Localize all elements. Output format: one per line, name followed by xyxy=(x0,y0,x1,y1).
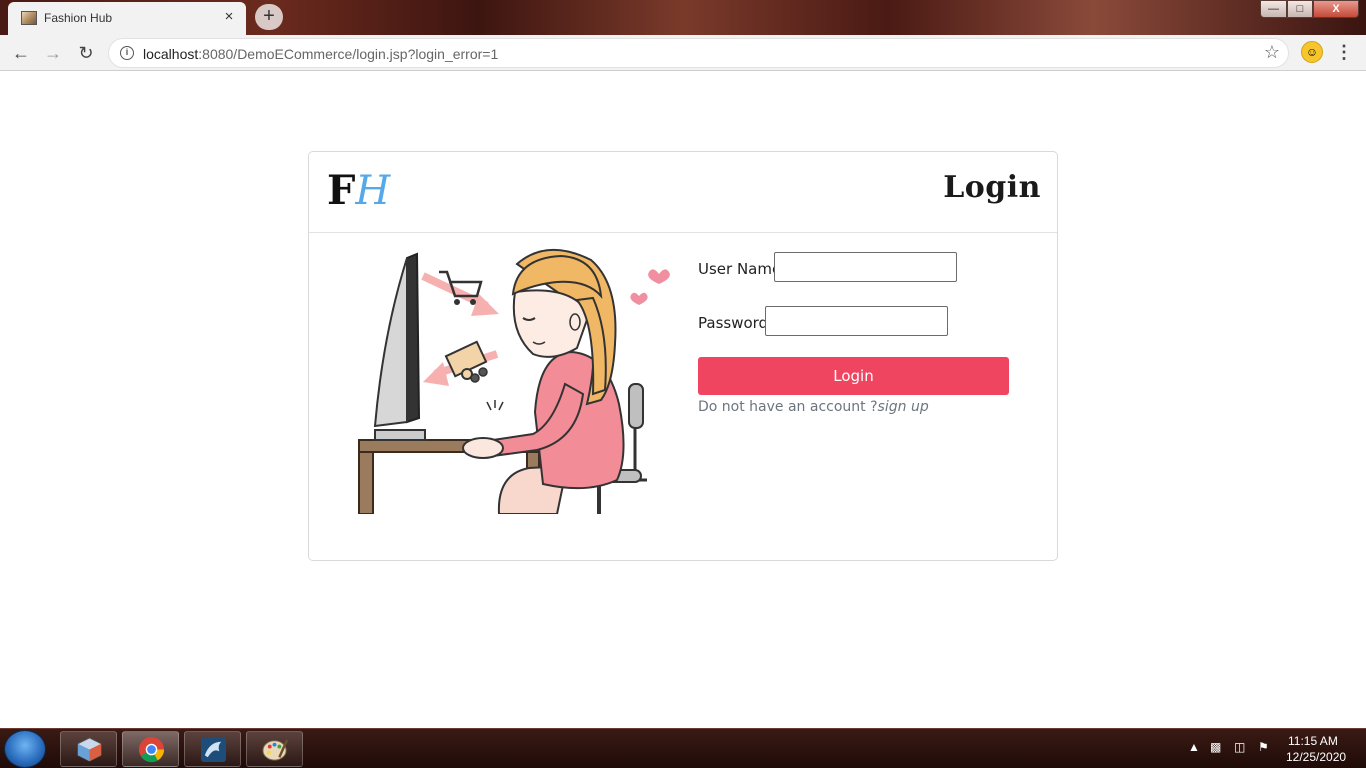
taskbar-app-chrome[interactable] xyxy=(122,731,179,767)
password-row: Password xyxy=(698,306,1028,360)
signup-prompt: Do not have an account ?sign up xyxy=(698,399,929,415)
site-logo[interactable]: FH xyxy=(327,166,390,216)
browser-toolbar: ← → ↻ i localhost:8080/DemoECommerce/log… xyxy=(0,35,1366,71)
new-tab-button[interactable]: + xyxy=(255,4,283,30)
reload-icon[interactable]: ↻ xyxy=(73,40,99,66)
bookmark-star-icon[interactable]: ☆ xyxy=(1264,42,1280,63)
page-content: FH Login User Name Password Login Do not… xyxy=(0,71,1366,728)
browser-tab[interactable]: Fashion Hub × xyxy=(8,2,246,35)
logo-letter-f: F xyxy=(327,167,356,214)
forward-arrow-icon[interactable]: → xyxy=(40,40,66,66)
signup-prompt-text: Do not have an account ? xyxy=(698,399,878,415)
tab-title: Fashion Hub xyxy=(44,11,113,25)
username-row: User Name xyxy=(698,252,1028,306)
tab-close-icon[interactable]: × xyxy=(220,8,238,26)
paint-palette-icon xyxy=(262,739,289,761)
taskbar-app-mysql[interactable] xyxy=(184,731,241,767)
menu-kebab-icon[interactable]: ⋮ xyxy=(1335,39,1353,65)
signup-link[interactable]: sign up xyxy=(878,399,929,415)
network-signal-icon[interactable]: ▩ xyxy=(1210,740,1221,754)
clock-date[interactable]: 12/25/2020 xyxy=(1286,750,1346,764)
tab-favicon-icon xyxy=(21,11,37,25)
windows-start-button[interactable] xyxy=(4,730,46,768)
action-center-flag-icon[interactable]: ⚑ xyxy=(1258,740,1269,754)
password-label: Password xyxy=(698,314,769,332)
power-icon[interactable]: ◫ xyxy=(1234,740,1245,754)
url-host: localhost xyxy=(143,46,199,62)
chrome-icon xyxy=(138,736,165,763)
login-card: FH Login User Name Password Login Do not… xyxy=(308,151,1058,561)
windows-taskbar: ▲ ▩ ◫ ⚑ 11:15 AM 12/25/2020 xyxy=(0,728,1366,768)
online-shopping-illustration xyxy=(358,249,670,514)
username-input[interactable] xyxy=(774,252,957,282)
address-bar[interactable]: i localhost:8080/DemoECommerce/login.jsp… xyxy=(108,38,1289,68)
profile-avatar-icon[interactable]: ☺ xyxy=(1301,41,1323,63)
window-close-button[interactable]: X xyxy=(1313,0,1359,18)
browser-titlebar: Fashion Hub × + — □ X xyxy=(0,0,1366,35)
login-button[interactable]: Login xyxy=(698,357,1009,395)
window-minimize-button[interactable]: — xyxy=(1260,0,1287,18)
system-tray: ▲ ▩ ◫ ⚑ 11:15 AM 12/25/2020 xyxy=(1180,729,1366,768)
taskbar-app-paint[interactable] xyxy=(246,731,303,767)
page-title: Login xyxy=(943,170,1041,205)
info-icon[interactable]: i xyxy=(120,46,134,60)
url-text[interactable]: localhost:8080/DemoECommerce/login.jsp?l… xyxy=(143,46,498,62)
cube-icon xyxy=(77,737,102,762)
show-hidden-icons-icon[interactable]: ▲ xyxy=(1188,740,1200,754)
dolphin-icon xyxy=(200,736,227,763)
username-label: User Name xyxy=(698,260,782,278)
taskbar-app-netbeans[interactable] xyxy=(60,731,117,767)
logo-letter-h: H xyxy=(355,168,391,214)
card-header: FH Login xyxy=(309,152,1057,233)
url-path: :8080/DemoECommerce/login.jsp?login_erro… xyxy=(198,46,499,62)
window-maximize-button[interactable]: □ xyxy=(1287,0,1313,18)
password-input[interactable] xyxy=(765,306,948,336)
login-form: User Name Password Login Do not have an … xyxy=(698,252,1028,415)
clock-time[interactable]: 11:15 AM xyxy=(1288,734,1338,748)
back-arrow-icon[interactable]: ← xyxy=(8,40,34,66)
